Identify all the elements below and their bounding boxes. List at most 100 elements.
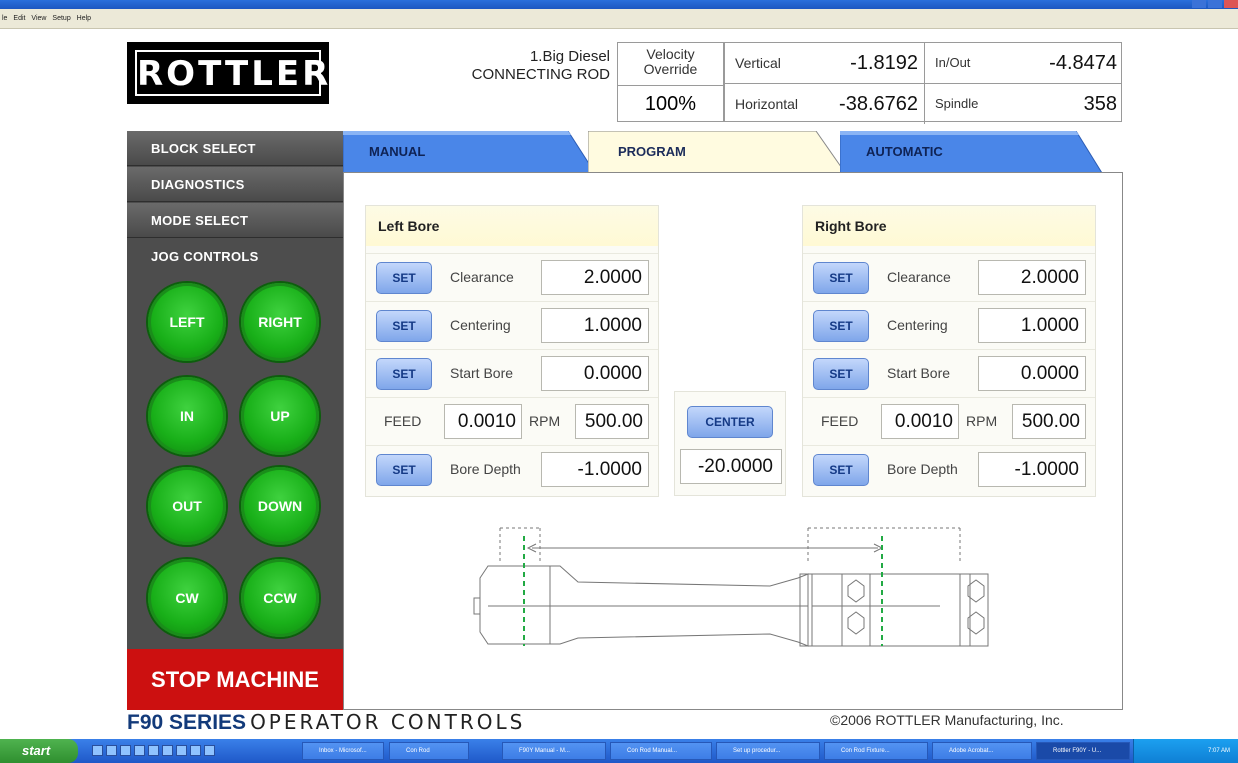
- right-centering-field[interactable]: 1.0000: [978, 308, 1086, 343]
- center-button[interactable]: CENTER: [687, 406, 773, 438]
- taskbar-item[interactable]: F90Y Manual - M...: [502, 742, 606, 760]
- jog-ccw-button[interactable]: CCW: [241, 559, 319, 637]
- right-bore-depth-row: SET Bore Depth -1.0000: [803, 445, 1095, 493]
- menu-edit[interactable]: Edit: [13, 15, 25, 22]
- window-title-bar: [0, 0, 1238, 9]
- right-centering-set-button[interactable]: SET: [813, 310, 869, 342]
- taskbar-item[interactable]: Con Rod Fixture...: [824, 742, 928, 760]
- jog-up-button[interactable]: UP: [241, 377, 319, 455]
- taskbar-item[interactable]: Set up procedur...: [716, 742, 820, 760]
- tab-manual[interactable]: MANUAL: [343, 131, 598, 173]
- left-centering-set-button[interactable]: SET: [376, 310, 432, 342]
- right-centering-row: SET Centering 1.0000: [803, 301, 1095, 349]
- system-tray: 7:07 AM: [1133, 739, 1238, 763]
- jog-out-button[interactable]: OUT: [148, 467, 226, 545]
- left-clearance-field[interactable]: 2.0000: [541, 260, 649, 295]
- menu-setup[interactable]: Setup: [52, 15, 70, 22]
- vertical-label: Vertical: [735, 55, 781, 71]
- right-clearance-label: Clearance: [887, 269, 951, 285]
- tab-program[interactable]: PROGRAM: [588, 131, 850, 175]
- right-start-bore-row: SET Start Bore 0.0000: [803, 349, 1095, 397]
- quicklaunch-icon[interactable]: [148, 745, 159, 756]
- mode-select-button[interactable]: MODE SELECT: [127, 203, 343, 238]
- rottler-logo: ROTTLER: [127, 42, 329, 104]
- center-group: CENTER -20.0000: [674, 391, 786, 496]
- start-button[interactable]: start: [0, 739, 78, 763]
- right-feed-rpm-row: FEED 0.0010 RPM 500.00: [803, 397, 1095, 445]
- right-bore-depth-field[interactable]: -1.0000: [978, 452, 1086, 487]
- tab-manual-label: MANUAL: [369, 144, 426, 159]
- taskbar-item-active[interactable]: Rottler F90Y - U...: [1036, 742, 1130, 760]
- tab-automatic[interactable]: AUTOMATIC: [840, 131, 1106, 173]
- inout-value: -4.8474: [1049, 52, 1117, 74]
- quicklaunch-icon[interactable]: [190, 745, 201, 756]
- right-clearance-row: SET Clearance 2.0000: [803, 253, 1095, 301]
- left-rpm-label: RPM: [529, 413, 561, 429]
- right-centering-label: Centering: [887, 317, 948, 333]
- quicklaunch-icon[interactable]: [120, 745, 131, 756]
- left-start-bore-set-button[interactable]: SET: [376, 358, 432, 390]
- jog-right-button[interactable]: RIGHT: [241, 283, 319, 361]
- close-button[interactable]: [1224, 0, 1238, 8]
- horizontal-label: Horizontal: [735, 96, 799, 112]
- brand-subtitle: OPERATOR CONTROLS: [250, 710, 526, 734]
- brand-series: F90 SERIES: [127, 711, 247, 734]
- spindle-value: 358: [1083, 93, 1117, 115]
- right-clearance-set-button[interactable]: SET: [813, 262, 869, 294]
- taskbar-item[interactable]: Con Rod: [389, 742, 469, 760]
- right-rpm-field[interactable]: 500.00: [1012, 404, 1086, 439]
- left-rpm-field[interactable]: 500.00: [575, 404, 649, 439]
- quicklaunch-icon[interactable]: [134, 745, 145, 756]
- job-part: CONNECTING ROD: [471, 66, 610, 83]
- jog-down-button[interactable]: DOWN: [241, 467, 319, 545]
- left-bore-depth-field[interactable]: -1.0000: [541, 452, 649, 487]
- left-centering-field[interactable]: 1.0000: [541, 308, 649, 343]
- block-select-button[interactable]: BLOCK SELECT: [127, 131, 343, 166]
- job-name: 1.Big Diesel: [529, 48, 610, 65]
- taskbar-item[interactable]: Inbox - Microsof...: [302, 742, 384, 760]
- quicklaunch-icon[interactable]: [204, 745, 215, 756]
- left-bore-depth-set-button[interactable]: SET: [376, 454, 432, 486]
- tab-program-label: PROGRAM: [618, 144, 686, 159]
- logo-text: ROTTLER: [135, 50, 328, 96]
- maximize-button[interactable]: [1208, 0, 1222, 8]
- taskbar-item[interactable]: Con Rod Manual...: [610, 742, 712, 760]
- left-feed-field[interactable]: 0.0010: [444, 404, 522, 439]
- left-bore-depth-row: SET Bore Depth -1.0000: [366, 445, 658, 493]
- product-brand: F90 SERIES OPERATOR CONTROLS: [127, 710, 525, 735]
- quicklaunch-icon[interactable]: [92, 745, 103, 756]
- left-clearance-row: SET Clearance 2.0000: [366, 253, 658, 301]
- left-bore-title: Left Bore: [366, 206, 658, 246]
- jog-in-button[interactable]: IN: [148, 377, 226, 455]
- right-start-bore-field[interactable]: 0.0000: [978, 356, 1086, 391]
- jog-cw-button[interactable]: CW: [148, 559, 226, 637]
- taskbar-item[interactable]: Adobe Acrobat...: [932, 742, 1032, 760]
- right-start-bore-set-button[interactable]: SET: [813, 358, 869, 390]
- velocity-override-value: 100%: [644, 93, 697, 115]
- diagnostics-button[interactable]: DIAGNOSTICS: [127, 167, 343, 202]
- connecting-rod-diagram: [473, 527, 989, 647]
- center-value-field[interactable]: -20.0000: [680, 449, 782, 484]
- right-start-bore-label: Start Bore: [887, 365, 951, 381]
- left-centering-row: SET Centering 1.0000: [366, 301, 658, 349]
- right-feed-field[interactable]: 0.0010: [881, 404, 959, 439]
- menu-view[interactable]: View: [31, 15, 46, 22]
- right-clearance-field[interactable]: 2.0000: [978, 260, 1086, 295]
- quicklaunch-icon[interactable]: [162, 745, 173, 756]
- menu-help[interactable]: Help: [77, 15, 91, 22]
- inout-label: In/Out: [935, 55, 971, 70]
- left-clearance-label: Clearance: [450, 269, 514, 285]
- left-clearance-set-button[interactable]: SET: [376, 262, 432, 294]
- spindle-label: Spindle: [935, 96, 979, 111]
- left-start-bore-field[interactable]: 0.0000: [541, 356, 649, 391]
- right-bore-depth-set-button[interactable]: SET: [813, 454, 869, 486]
- quicklaunch-icon[interactable]: [176, 745, 187, 756]
- left-feed-label: FEED: [384, 413, 422, 429]
- menu-file[interactable]: le: [2, 15, 7, 22]
- minimize-button[interactable]: [1192, 0, 1206, 8]
- jog-controls-label: JOG CONTROLS: [127, 239, 343, 274]
- stop-machine-button[interactable]: STOP MACHINE: [127, 649, 343, 710]
- left-start-bore-label: Start Bore: [450, 365, 514, 381]
- quicklaunch-icon[interactable]: [106, 745, 117, 756]
- jog-left-button[interactable]: LEFT: [148, 283, 226, 361]
